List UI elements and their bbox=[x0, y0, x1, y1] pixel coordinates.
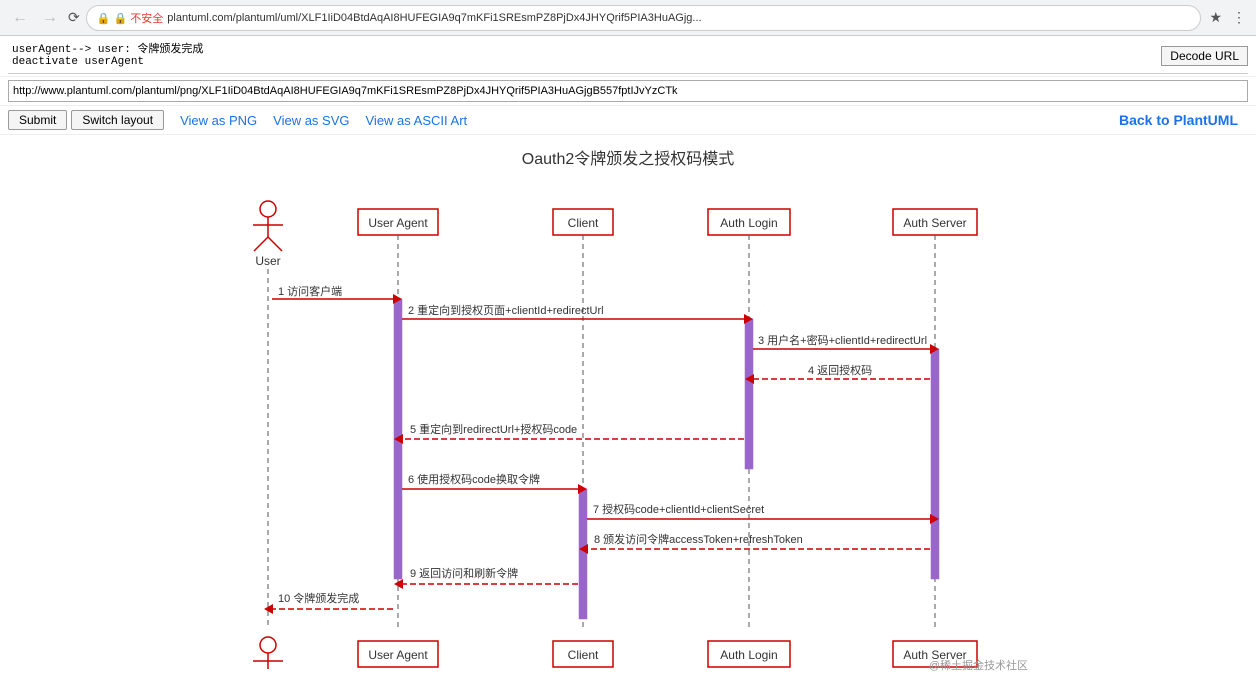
back-button[interactable]: ← bbox=[8, 7, 32, 29]
activation-authserver bbox=[931, 349, 939, 579]
action-links: View as PNG View as SVG View as ASCII Ar… bbox=[180, 113, 467, 128]
submit-button[interactable]: Submit bbox=[8, 110, 67, 130]
msg-label-4: 4 返回授权码 bbox=[808, 363, 872, 377]
view-png-link[interactable]: View as PNG bbox=[180, 113, 257, 128]
participant-user-top: User bbox=[253, 201, 283, 268]
menu-button[interactable]: ⋮ bbox=[1230, 7, 1248, 28]
url-row bbox=[0, 77, 1256, 106]
plantuml-textarea[interactable]: userAgent--> user: 令牌颁发完成 deactivate use… bbox=[8, 38, 1248, 74]
participant-client-top: Client bbox=[553, 209, 613, 235]
svg-text:Client: Client bbox=[568, 216, 599, 230]
secure-icon: 🔒 🔒 不安全 bbox=[97, 10, 164, 26]
diagram-container: Oauth2令牌颁发之授权码模式 User User Agent bbox=[218, 145, 1038, 678]
diagram-area: Oauth2令牌颁发之授权码模式 User User Agent bbox=[0, 135, 1256, 689]
participant-authlogin-top: Auth Login bbox=[708, 209, 790, 235]
back-to-plantuml-link[interactable]: Back to PlantUML bbox=[1119, 112, 1238, 128]
view-ascii-link[interactable]: View as ASCII Art bbox=[366, 113, 468, 128]
participant-useragent-top: User Agent bbox=[358, 209, 438, 235]
url-input[interactable] bbox=[8, 80, 1248, 102]
participant-authserver-top: Auth Server bbox=[893, 209, 977, 235]
svg-text:User: User bbox=[255, 254, 280, 268]
svg-text:Auth Server: Auth Server bbox=[903, 216, 966, 230]
svg-text:User Agent: User Agent bbox=[368, 216, 428, 230]
forward-button[interactable]: → bbox=[38, 7, 62, 29]
browser-right-icons: ★ ⋮ bbox=[1207, 7, 1248, 28]
msg-label-5: 5 重定向到redirectUrl+授权码code bbox=[410, 422, 577, 436]
textarea-row: userAgent--> user: 令牌颁发完成 deactivate use… bbox=[0, 36, 1256, 77]
msg-label-1: 1 访问客户端 bbox=[278, 284, 342, 298]
address-text: plantuml.com/plantuml/uml/XLF1IiD04BtdAq… bbox=[167, 12, 1190, 24]
msg-label-6: 6 使用授权码code换取令牌 bbox=[408, 472, 540, 486]
msg-label-7: 7 授权码code+clientId+clientSecret bbox=[593, 502, 764, 516]
activation-authlogin bbox=[745, 319, 753, 469]
view-svg-link[interactable]: View as SVG bbox=[273, 113, 349, 128]
msg-label-2: 2 重定向到授权页面+clientId+redirectUrl bbox=[408, 303, 604, 317]
switch-layout-button[interactable]: Switch layout bbox=[71, 110, 164, 130]
diagram-title: Oauth2令牌颁发之授权码模式 bbox=[218, 145, 1038, 169]
decode-url-button[interactable]: Decode URL bbox=[1161, 46, 1248, 66]
msg-label-10: 10 令牌颁发完成 bbox=[278, 591, 359, 605]
activation-client bbox=[579, 489, 587, 619]
sequence-diagram-svg: User User Agent Client Auth Login Auth S… bbox=[218, 189, 1038, 669]
reload-button[interactable]: ⟳ bbox=[68, 9, 80, 26]
bookmark-button[interactable]: ★ bbox=[1207, 7, 1224, 28]
msg-label-8: 8 颁发访问令牌accessToken+refreshToken bbox=[594, 532, 803, 546]
address-bar[interactable]: 🔒 🔒 不安全 plantuml.com/plantuml/uml/XLF1Ii… bbox=[86, 5, 1202, 31]
msg-label-9: 9 返回访问和刷新令牌 bbox=[410, 566, 518, 580]
browser-nav-bar: ← → ⟳ 🔒 🔒 不安全 plantuml.com/plantuml/uml/… bbox=[0, 0, 1256, 36]
msg-label-3: 3 用户名+密码+clientId+redirectUrl bbox=[758, 333, 927, 347]
action-row: Submit Switch layout View as PNG View as… bbox=[0, 106, 1256, 135]
watermark: @稀土掘金技术社区 bbox=[208, 657, 1028, 673]
svg-text:Auth Login: Auth Login bbox=[720, 216, 777, 230]
